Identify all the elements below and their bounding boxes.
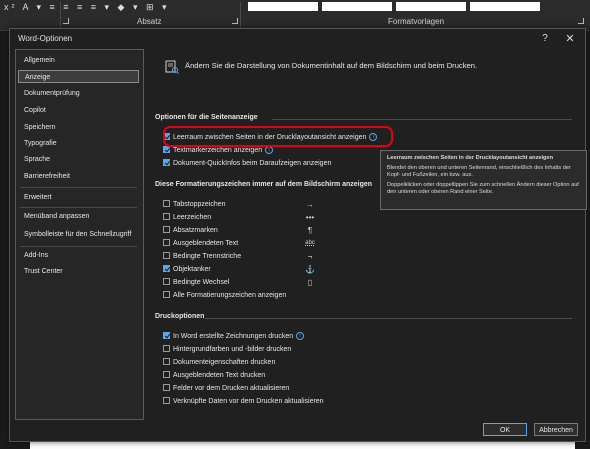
- style-gallery-item[interactable]: [322, 2, 392, 11]
- ribbon: x² A ▾ ≡ ≡ ≡ ≡ ▾ ◆ ▾ ⊞ ▾ Absatz Formatvo…: [0, 0, 590, 31]
- checkbox[interactable]: [163, 291, 170, 298]
- nav-divider: [20, 187, 137, 188]
- nav-item-add-ins[interactable]: Add-Ins: [18, 249, 139, 262]
- optional-break-icon: ▯: [307, 278, 313, 287]
- checkbox[interactable]: [163, 345, 170, 352]
- nav-item-anzeige[interactable]: Anzeige: [18, 70, 139, 83]
- options-content: Ändern Sie die Darstellung von Dokumenti…: [150, 51, 580, 421]
- options-nav: Allgemein Anzeige Dokumentprüfung Copilo…: [15, 49, 144, 420]
- checkbox[interactable]: [163, 358, 170, 365]
- tooltip-title: Leerraum zwischen Seiten in der Drucklay…: [387, 155, 553, 161]
- help-button[interactable]: ?: [537, 31, 553, 47]
- section-divider: [272, 119, 572, 120]
- pilcrow-icon: ¶: [307, 226, 313, 235]
- section-title-seitenanzeige: Optionen für die Seitenanzeige: [155, 114, 258, 121]
- font-group-launcher[interactable]: [63, 18, 69, 24]
- optional-hyphen-icon: ¬: [307, 252, 313, 261]
- word-options-dialog: Word-Optionen ? ✕ Allgemein Anzeige Doku…: [9, 28, 587, 442]
- nav-item-menueband-anpassen[interactable]: Menüband anpassen: [18, 210, 139, 223]
- ribbon-separator: [240, 2, 241, 28]
- nav-item-dokumentpruefung[interactable]: Dokumentprüfung: [18, 87, 139, 100]
- checkbox[interactable]: [163, 265, 170, 272]
- info-icon[interactable]: i: [265, 146, 274, 154]
- checkbox[interactable]: [163, 200, 170, 207]
- option-label: Leerzeichen: [173, 214, 212, 221]
- formatvorlagen-group-launcher[interactable]: [578, 18, 584, 24]
- info-icon[interactable]: i: [296, 332, 305, 340]
- nav-item-sprache[interactable]: Sprache: [18, 153, 139, 166]
- hidden-text-icon: abc: [305, 240, 315, 246]
- style-gallery-item[interactable]: [248, 2, 318, 11]
- nav-divider: [20, 246, 137, 247]
- dialog-titlebar[interactable]: Word-Optionen ? ✕: [10, 29, 585, 49]
- option-label: Verknüpfte Daten vor dem Drucken aktuali…: [173, 398, 324, 405]
- absatz-group-launcher[interactable]: [232, 18, 238, 24]
- checkbox[interactable]: [163, 332, 170, 339]
- checkbox[interactable]: [163, 397, 170, 404]
- option-label: Bedingte Wechsel: [173, 279, 230, 286]
- ribbon-format-icons[interactable]: x² A ▾ ≡ ≡ ≡ ≡ ▾ ◆ ▾ ⊞ ▾: [4, 2, 170, 13]
- section-title-formatierungszeichen: Diese Formatierungszeichen immer auf dem…: [155, 181, 373, 188]
- nav-item-barrierefreiheit[interactable]: Barrierefreiheit: [18, 170, 139, 183]
- style-gallery-item[interactable]: [396, 2, 466, 11]
- option-label: In Word erstellte Zeichnungen drucken: [173, 333, 294, 340]
- checkbox[interactable]: [163, 252, 170, 259]
- option-label: Dokument-QuickInfos beim Daraufzeigen an…: [173, 160, 332, 167]
- nav-item-schnellzugriff[interactable]: Symbolleiste für den Schnellzugriff: [18, 228, 139, 241]
- checkbox[interactable]: [163, 384, 170, 391]
- checkbox[interactable]: [163, 159, 170, 166]
- space-mark-icon: •••: [305, 213, 315, 222]
- checkbox[interactable]: [163, 146, 170, 153]
- nav-item-speichern[interactable]: Speichern: [18, 121, 139, 134]
- option-label: Felder vor dem Drucken aktualisieren: [173, 385, 290, 392]
- nav-divider: [20, 207, 137, 208]
- option-label: Bedingte Trennstriche: [173, 253, 242, 260]
- checkbox[interactable]: [163, 371, 170, 378]
- ok-button[interactable]: OK: [483, 423, 527, 436]
- nav-item-copilot[interactable]: Copilot: [18, 104, 139, 117]
- style-gallery-item[interactable]: [470, 2, 540, 11]
- cancel-button[interactable]: Abbrechen: [534, 423, 578, 436]
- ribbon-separator: [60, 2, 61, 28]
- close-button[interactable]: ✕: [562, 31, 578, 47]
- checkbox[interactable]: [163, 278, 170, 285]
- page-description: Ändern Sie die Darstellung von Dokumenti…: [185, 61, 478, 70]
- highlight-annotation: [163, 126, 393, 147]
- section-divider: [205, 318, 572, 319]
- ribbon-group-absatz: Absatz: [137, 17, 162, 26]
- option-label: Alle Formatierungszeichen anzeigen: [173, 292, 287, 299]
- checkbox[interactable]: [163, 213, 170, 220]
- checkbox[interactable]: [163, 226, 170, 233]
- option-label: Ausgeblendeten Text: [173, 240, 239, 247]
- option-label: Absatzmarken: [173, 227, 218, 234]
- display-options-icon: [165, 60, 179, 74]
- checkbox[interactable]: [163, 239, 170, 246]
- option-label: Ausgeblendeten Text drucken: [173, 372, 266, 379]
- option-label: Hintergrundfarben und -bilder drucken: [173, 346, 292, 353]
- tab-mark-icon: →: [306, 200, 314, 209]
- nav-item-trust-center[interactable]: Trust Center: [18, 265, 139, 278]
- section-title-druckoptionen: Druckoptionen: [155, 313, 205, 320]
- tooltip-text: Doppelklicken oder doppeltippen Sie zum …: [387, 182, 579, 195]
- option-label: Textmarkerzeichen anzeigen: [173, 147, 263, 154]
- dialog-title: Word-Optionen: [18, 34, 73, 43]
- nav-item-typografie[interactable]: Typografie: [18, 137, 139, 150]
- ribbon-group-formatvorlagen: Formatvorlagen: [388, 17, 445, 26]
- option-label: Tabstoppzeichen: [173, 201, 226, 208]
- option-tooltip: Leerraum zwischen Seiten in der Drucklay…: [380, 150, 587, 210]
- nav-item-erweitert[interactable]: Erweitert: [18, 191, 139, 204]
- tooltip-text: Blendet den oberen und unteren Seitenran…: [387, 165, 571, 178]
- nav-item-allgemein[interactable]: Allgemein: [18, 54, 139, 67]
- option-label: Objektanker: [173, 266, 211, 273]
- option-label: Dokumenteigenschaften drucken: [173, 359, 276, 366]
- anchor-icon: ⚓: [305, 265, 315, 274]
